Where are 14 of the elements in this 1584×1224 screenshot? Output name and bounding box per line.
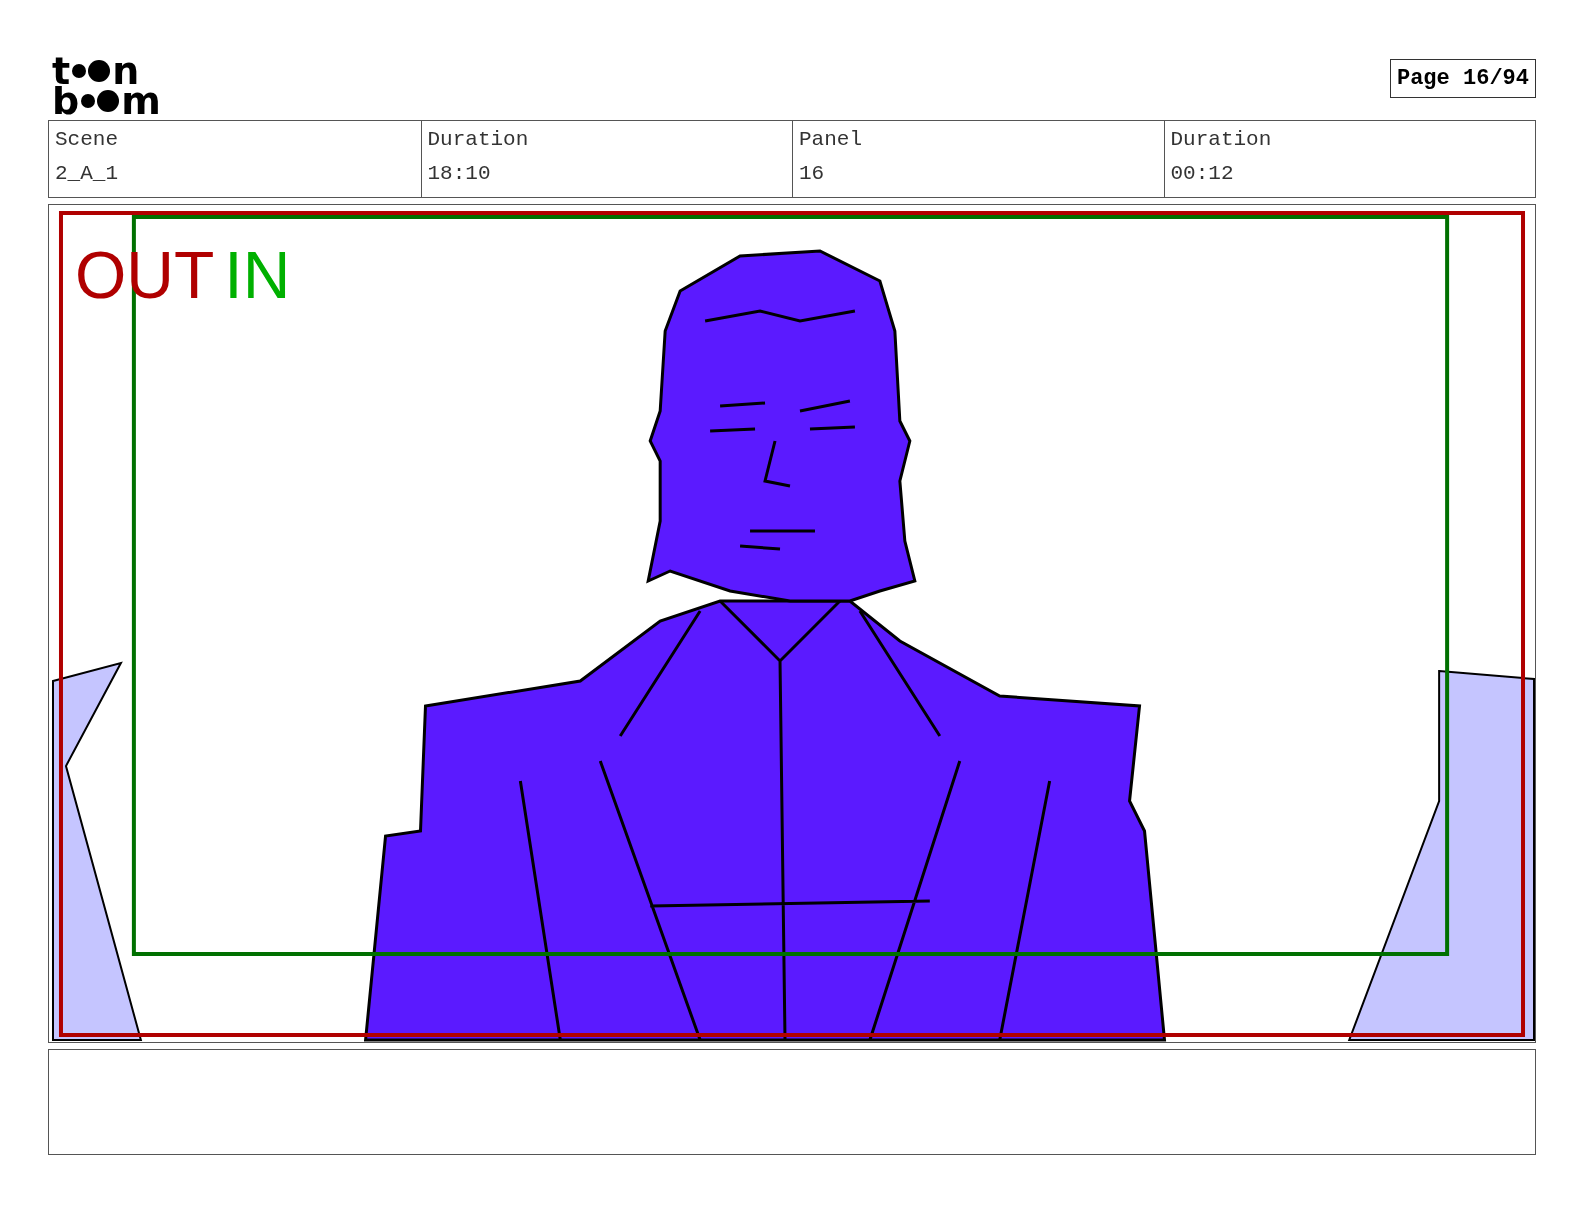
info-label: Scene: [55, 127, 119, 153]
info-label: Duration: [427, 127, 530, 153]
info-value: 2_A_1: [55, 161, 119, 187]
logo-letter: n: [112, 56, 140, 86]
info-label: Duration: [1170, 127, 1273, 153]
info-value: 16: [799, 161, 826, 187]
info-value: 18:10: [427, 161, 492, 187]
page-number: Page 16/94: [1389, 59, 1536, 98]
logo-letter: b: [52, 86, 80, 116]
info-value: 00:12: [1170, 161, 1235, 187]
logo-letter: m: [121, 86, 161, 116]
info-label: Panel: [799, 127, 863, 153]
logo-letter: t: [52, 56, 71, 86]
in-frame-label: IN: [224, 239, 291, 311]
